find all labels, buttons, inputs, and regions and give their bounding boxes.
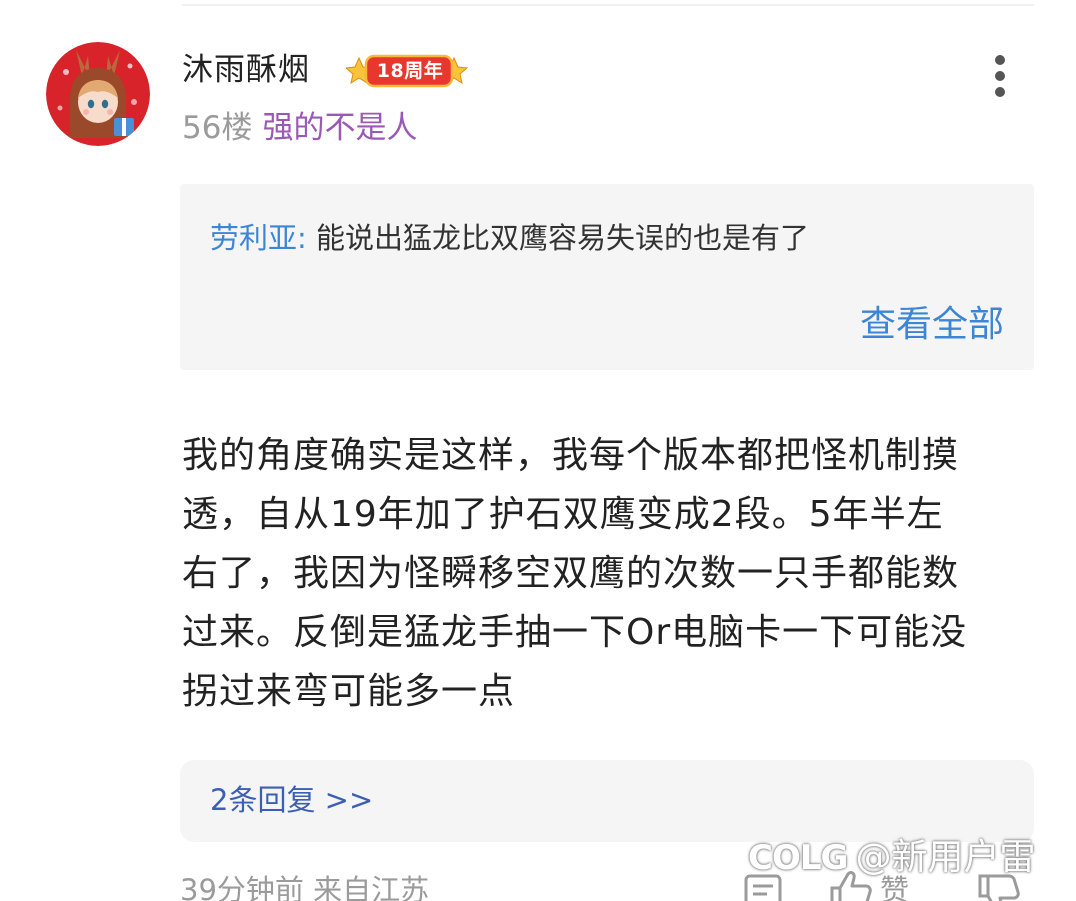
username[interactable]: 沐雨酥烟 (182, 48, 310, 92)
quote-line: 劳利亚: 能说出猛龙比双鹰容易失误的也是有了 (210, 218, 809, 258)
content-line: 我的角度确实是这样，我每个版本都把怪机制摸 (182, 435, 960, 476)
replies-link[interactable]: 2条回复 >> (210, 778, 373, 822)
avatar-image (46, 42, 150, 146)
watermark: COLG @新用户雷 (748, 834, 1035, 882)
post-meta: 39分钟前 来自江苏 (180, 873, 430, 901)
quote-author[interactable]: 劳利亚: (210, 221, 307, 255)
user-title: 强的不是人 (262, 110, 418, 146)
anniversary-badge-label: 18周年 (376, 60, 444, 82)
content-line: 透，自从19年加了护石双鹰变成2段。5年半左 (182, 494, 944, 535)
floor-number: 56楼 (182, 110, 253, 146)
content-line: 拐过来弯可能多一点 (182, 671, 516, 712)
watermark-text: @新用户雷 (855, 837, 1036, 878)
content-line: 右了，我因为怪瞬移空双鹰的次数一只手都能数 (182, 553, 960, 594)
quote-text: 能说出猛龙比双鹰容易失误的也是有了 (316, 221, 810, 255)
content-line: 过来。反倒是猛龙手抽一下Or电脑卡一下可能没 (182, 612, 968, 653)
floor-info: 56楼 强的不是人 (182, 106, 417, 150)
quoted-comment[interactable]: 劳利亚: 能说出猛龙比双鹰容易失误的也是有了 查看全部 (180, 184, 1034, 370)
comment-content: 我的角度确实是这样，我每个版本都把怪机制摸 透，自从19年加了护石双鹰变成2段。… (182, 426, 1040, 721)
replies-box[interactable]: 2条回复 >> (180, 760, 1034, 842)
anniversary-badge: 18周年 (346, 51, 472, 91)
watermark-logo: COLG (748, 838, 848, 878)
more-options-button[interactable] (982, 52, 1018, 100)
avatar[interactable] (46, 42, 150, 146)
comment-page: 沐雨酥烟 18周年 56楼 强的不是人 劳利亚: 能说出猛龙比双鹰容易失误的也是有… (0, 0, 1076, 901)
divider (182, 4, 1034, 6)
more-vertical-icon (995, 55, 1005, 97)
view-all-link[interactable]: 查看全部 (860, 301, 1004, 349)
